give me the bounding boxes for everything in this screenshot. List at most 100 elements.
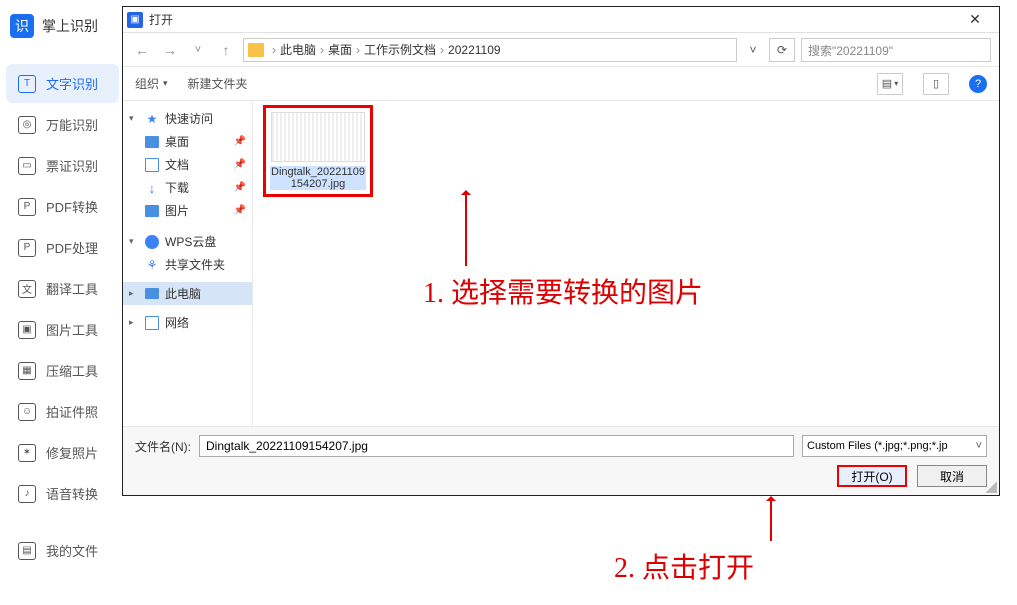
- desktop-icon: [145, 135, 159, 149]
- sidebar-item-label: 我的文件: [46, 541, 98, 560]
- dialog-icon: ▣: [127, 12, 143, 28]
- breadcrumb-segment[interactable]: 此电脑: [280, 41, 316, 58]
- pc-icon: [145, 287, 159, 301]
- close-button[interactable]: ✕: [955, 11, 995, 28]
- annotation-step1: 1. 选择需要转换的图片: [423, 271, 703, 311]
- filetype-label: Custom Files (*.jpg;*.png;*.jp: [807, 440, 948, 452]
- sidebar-item-text-recognition[interactable]: T文字识别: [6, 64, 119, 103]
- tree-network[interactable]: ▸ 网络: [123, 311, 252, 334]
- chevron-down-icon: ▾: [129, 113, 139, 124]
- breadcrumb-segment[interactable]: 工作示例文档: [364, 41, 436, 58]
- sidebar-item-label: 压缩工具: [46, 361, 98, 380]
- tree-shared[interactable]: ⚘共享文件夹: [123, 253, 252, 276]
- sidebar-item-label: PDF转换: [46, 197, 98, 216]
- sidebar-item-audio[interactable]: ♪语音转换: [6, 474, 119, 513]
- tree-documents[interactable]: 文档📌: [123, 153, 252, 176]
- annotation-arrow-1: [465, 191, 467, 266]
- breadcrumb-segment[interactable]: 桌面: [328, 41, 352, 58]
- tree-label: 网络: [165, 314, 189, 331]
- id-icon: ☺: [18, 403, 36, 421]
- sidebar-item-label: 拍证件照: [46, 402, 98, 421]
- sidebar-item-compress[interactable]: ▦压缩工具: [6, 351, 119, 390]
- view-mode-button[interactable]: ▤▾: [877, 73, 903, 95]
- tree-label: 此电脑: [165, 285, 201, 302]
- sidebar-item-image-tools[interactable]: ▣图片工具: [6, 310, 119, 349]
- files-icon: ▤: [18, 542, 36, 560]
- dialog-body: ▾★快速访问 桌面📌 文档📌 ↓下载📌 图片📌 ▾WPS云盘 ⚘共享文件夹 ▸此…: [123, 101, 999, 426]
- tree-pictures[interactable]: 图片 📌: [123, 199, 252, 222]
- sidebar-item-ticket[interactable]: ▭票证识别: [6, 146, 119, 185]
- app-menu: T文字识别 ◎万能识别 ▭票证识别 P PDF转换 P PDF处理 文翻译工具 ▣图…: [0, 52, 125, 582]
- tree-desktop[interactable]: 桌面 📌: [123, 130, 252, 153]
- document-icon: [145, 158, 159, 172]
- chevron-down-icon: ▾: [163, 78, 168, 89]
- tree-this-pc[interactable]: ▸此电脑: [123, 282, 252, 305]
- ticket-icon: ▭: [18, 157, 36, 175]
- breadcrumb-segment[interactable]: 20221109: [448, 43, 501, 57]
- dialog-toolbar: 组织 ▾ 新建文件夹 ▤▾ ▯ ?: [123, 67, 999, 101]
- file-open-dialog: ▣ 打开 ✕ ← → ˅ ↑ › 此电脑 › 桌面 › 工作示例文档 › 202…: [122, 6, 1000, 496]
- chevron-down-icon: ˅: [976, 440, 982, 452]
- translate-icon: 文: [18, 280, 36, 298]
- filename-label: 文件名(N):: [135, 438, 191, 455]
- breadcrumb-dropdown[interactable]: ˅: [743, 43, 763, 57]
- pdf-proc-icon: P: [18, 239, 36, 257]
- pinned-icon: 📌: [234, 159, 246, 170]
- breadcrumb[interactable]: › 此电脑 › 桌面 › 工作示例文档 › 20221109: [243, 38, 737, 62]
- sidebar-item-pdf-process[interactable]: P PDF处理: [6, 228, 119, 267]
- app-title-bar: 识 掌上识别: [0, 0, 125, 52]
- organize-button[interactable]: 组织 ▾: [135, 75, 168, 92]
- tree-downloads[interactable]: ↓下载📌: [123, 176, 252, 199]
- tree-label: 桌面: [165, 133, 189, 150]
- sidebar-item-label: 翻译工具: [46, 279, 98, 298]
- preview-pane-button[interactable]: ▯: [923, 73, 949, 95]
- cancel-button[interactable]: 取消: [917, 465, 987, 487]
- organize-label: 组织: [135, 75, 159, 92]
- pinned-icon: 📌: [234, 205, 246, 216]
- pinned-icon: 📌: [234, 182, 246, 193]
- filetype-select[interactable]: Custom Files (*.jpg;*.png;*.jp ˅: [802, 435, 987, 457]
- sidebar-item-label: 修复照片: [46, 443, 98, 462]
- sidebar-item-id-photo[interactable]: ☺ 拍证件照: [6, 392, 119, 431]
- recent-dropdown[interactable]: ˅: [187, 39, 209, 61]
- pdf-icon: P: [18, 198, 36, 216]
- refresh-button[interactable]: ⟳: [769, 38, 795, 62]
- pictures-icon: [145, 204, 159, 218]
- open-button[interactable]: 打开(O): [837, 465, 907, 487]
- help-button[interactable]: ?: [969, 75, 987, 93]
- tree-quick-access[interactable]: ▾★快速访问: [123, 107, 252, 130]
- sidebar-item-universal[interactable]: ◎万能识别: [6, 105, 119, 144]
- back-button[interactable]: ←: [131, 39, 153, 61]
- file-item[interactable]: Dingtalk_20221109154207.jpg: [263, 105, 373, 197]
- app-title: 掌上识别: [42, 16, 98, 36]
- tree-label: 快速访问: [165, 110, 213, 127]
- search-input[interactable]: 搜索"20221109": [801, 38, 991, 62]
- chevron-right-icon: ▸: [129, 317, 139, 328]
- text-icon: T: [18, 75, 36, 93]
- file-list-area[interactable]: Dingtalk_20221109154207.jpg 1. 选择需要转换的图片: [253, 101, 999, 426]
- tree-label: WPS云盘: [165, 233, 216, 250]
- annotation-arrow-2: [770, 497, 772, 541]
- sidebar-item-label: PDF处理: [46, 238, 98, 257]
- tree-label: 图片: [165, 202, 189, 219]
- file-thumbnail: [271, 112, 365, 162]
- sidebar-item-my-files[interactable]: ▤ 我的文件: [6, 531, 119, 570]
- app-logo-icon: 识: [10, 14, 34, 38]
- new-folder-button[interactable]: 新建文件夹: [188, 75, 248, 92]
- sidebar-item-label: 语音转换: [46, 484, 98, 503]
- dialog-title: 打开: [149, 11, 955, 28]
- filename-input[interactable]: [199, 435, 794, 457]
- sidebar-item-pdf-convert[interactable]: P PDF转换: [6, 187, 119, 226]
- up-button[interactable]: ↑: [215, 39, 237, 61]
- dialog-footer: 文件名(N): Custom Files (*.jpg;*.png;*.jp˅ …: [123, 426, 999, 495]
- sidebar-item-translate[interactable]: 文翻译工具: [6, 269, 119, 308]
- resize-grip[interactable]: [985, 481, 997, 493]
- pinned-icon: 📌: [234, 136, 246, 147]
- file-name-label: Dingtalk_20221109154207.jpg: [270, 166, 366, 190]
- forward-button[interactable]: →: [159, 39, 181, 61]
- tree-wps[interactable]: ▾ WPS云盘: [123, 230, 252, 253]
- sidebar-item-restore[interactable]: ✶ 修复照片: [6, 433, 119, 472]
- restore-icon: ✶: [18, 444, 36, 462]
- chevron-down-icon: ▾: [129, 236, 139, 247]
- folder-icon: [248, 43, 264, 57]
